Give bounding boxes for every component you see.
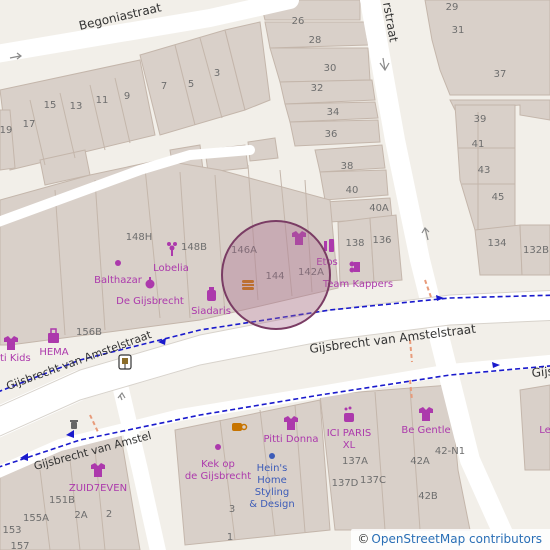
house-number: 156B: [76, 327, 102, 338]
house-number: 137D: [332, 478, 359, 489]
poi-label-kek-line2: de Gijsbrecht: [185, 471, 251, 482]
house-number: 9: [124, 91, 130, 102]
house-number: 2A: [74, 510, 87, 521]
poi-label-ici-line1: ICI PARIS: [327, 428, 372, 439]
house-number: 19: [0, 125, 12, 136]
poi-label-balthazar: Balthazar: [94, 275, 143, 286]
poi-label-kek-line1: Kek op: [201, 459, 235, 470]
poi-label-pitti-kids: itti Kids: [0, 353, 31, 364]
poi-label-ici-line2: XL: [343, 440, 356, 451]
poi-label-team-kappers: Team Kappers: [322, 279, 393, 290]
house-number: 3: [229, 504, 235, 515]
house-number: 37: [494, 69, 507, 80]
house-number: 5: [188, 79, 194, 90]
poi-label-gijsbrecht: De Gijsbrecht: [116, 296, 184, 307]
house-number: 17: [23, 119, 36, 130]
house-number: 31: [452, 25, 465, 36]
location-highlight-circle[interactable]: [221, 220, 331, 330]
map-view[interactable]: Begoniastraat rstraat Gijsbrecht van Ams…: [0, 0, 550, 550]
attribution-link[interactable]: OpenStreetMap contributors: [371, 532, 542, 546]
poi-label-hein-line2: Home: [257, 475, 287, 486]
house-number: 136: [372, 235, 391, 246]
house-number: 13: [70, 101, 83, 112]
poi-dot-icon: [269, 453, 275, 459]
house-number: 155A: [23, 513, 49, 524]
house-number: 148H: [126, 232, 153, 243]
poi-label-lobelia: Lobelia: [153, 263, 189, 274]
house-number: 40A: [369, 203, 389, 214]
poi-label-hein-line1: Hein's: [257, 463, 288, 474]
house-number: 29: [446, 2, 459, 13]
house-number: 42-N1: [435, 446, 465, 457]
house-number: 32: [311, 83, 324, 94]
poi-label-hein-line3: Styling: [255, 487, 289, 498]
house-number: 2: [106, 509, 112, 520]
house-number: 43: [478, 165, 491, 176]
house-number: 45: [492, 192, 505, 203]
house-number: 30: [324, 63, 337, 74]
poi-label-be-gentle: Be Gentle: [401, 425, 450, 436]
house-number: 153: [2, 525, 21, 536]
house-number: 137C: [360, 475, 386, 486]
poi-dot-icon: [115, 260, 121, 266]
poi-label-pitti-donna: Pitti Donna: [263, 434, 318, 445]
house-number: 28: [309, 35, 322, 46]
poi-label-siadaris: Siadaris: [191, 306, 231, 317]
house-number: 34: [327, 107, 340, 118]
house-number: 39: [474, 114, 487, 125]
bus-stop-icon: [118, 354, 132, 370]
house-number: 15: [44, 100, 57, 111]
house-number: 151B: [49, 495, 75, 506]
house-number: 137A: [342, 456, 368, 467]
waste-basket-icon: [70, 420, 78, 429]
map-canvas[interactable]: Begoniastraat rstraat Gijsbrecht van Ams…: [0, 0, 550, 550]
house-number: 42B: [418, 491, 438, 502]
street-label-right-partial: Gijs: [531, 364, 550, 380]
copyright-symbol: ©: [357, 532, 370, 546]
poi-dot-icon: [215, 444, 221, 450]
house-number: 148B: [181, 242, 207, 253]
map-attribution: © OpenStreetMap contributors: [351, 529, 550, 550]
house-number: 7: [161, 81, 167, 92]
house-number: 11: [96, 95, 109, 106]
house-number: 1: [227, 532, 233, 543]
poi-label-le-partial: Le: [539, 425, 550, 436]
house-number: 26: [292, 16, 305, 27]
house-number: 40: [346, 185, 359, 196]
house-number: 157: [10, 541, 29, 550]
house-number: 134: [487, 238, 506, 249]
house-number: 36: [325, 129, 338, 140]
poi-label-hein-line4: & Design: [249, 499, 295, 510]
house-number: 138: [345, 238, 364, 249]
house-number: 3: [214, 68, 220, 79]
house-number: 42A: [410, 456, 430, 467]
house-number: 41: [472, 139, 485, 150]
house-number: 132B: [523, 245, 549, 256]
poi-label-zuid7even: ZUID7EVEN: [69, 483, 127, 494]
poi-label-hema: HEMA: [39, 347, 68, 358]
house-number: 38: [341, 161, 354, 172]
